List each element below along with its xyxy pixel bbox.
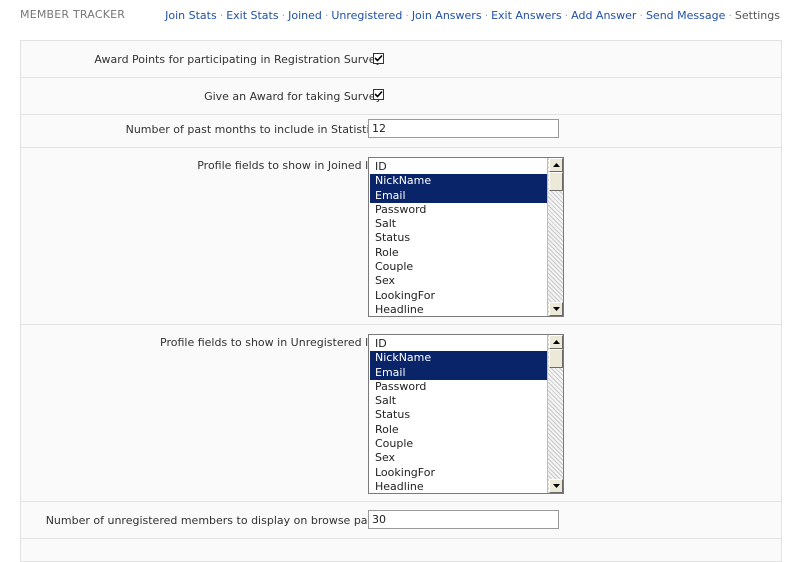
nav-unregistered[interactable]: Unregistered — [331, 9, 402, 22]
unregistered-option-nickname[interactable]: NickName — [370, 351, 547, 366]
nav-separator: · — [324, 9, 329, 22]
joined-option-id[interactable]: ID — [370, 160, 547, 174]
joined-scroll-down-button[interactable] — [549, 302, 563, 316]
joined-fields-scrollbar[interactable] — [547, 158, 563, 316]
joined-option-headline[interactable]: Headline — [370, 303, 547, 316]
joined-option-status[interactable]: Status — [370, 231, 547, 245]
unregistered-option-status[interactable]: Status — [370, 408, 547, 422]
unregistered-fields-listbox[interactable]: ID NickName Email Password Salt Status R… — [368, 334, 564, 494]
unregistered-option-role[interactable]: Role — [370, 423, 547, 437]
unregistered-option-headline[interactable]: Headline — [370, 480, 547, 493]
nav-exit-answers[interactable]: Exit Answers — [491, 9, 562, 22]
joined-option-lookingfor[interactable]: LookingFor — [370, 289, 547, 303]
nav-settings-current: Settings — [734, 9, 780, 22]
setting-row-unregistered-per-page: Number of unregistered members to displa… — [21, 502, 781, 539]
joined-fields-options: ID NickName Email Password Salt Status R… — [370, 160, 547, 316]
arrow-down-icon — [553, 484, 560, 488]
award-points-label: Award Points for participating in Regist… — [94, 53, 385, 66]
unregistered-scroll-up-button[interactable] — [549, 335, 563, 349]
past-months-input[interactable] — [368, 119, 559, 138]
unregistered-option-lookingfor[interactable]: LookingFor — [370, 466, 547, 480]
nav-joined[interactable]: Joined — [288, 9, 322, 22]
unregistered-scroll-thumb[interactable] — [549, 349, 563, 368]
nav-separator: · — [484, 9, 489, 22]
joined-option-salt[interactable]: Salt — [370, 217, 547, 231]
settings-panel: Award Points for participating in Regist… — [20, 40, 782, 562]
setting-row-award-survey: Give an Award for taking Survey: — [21, 78, 781, 115]
checkmark-icon — [374, 90, 383, 98]
joined-scroll-thumb[interactable] — [549, 172, 563, 191]
joined-option-couple[interactable]: Couple — [370, 260, 547, 274]
joined-option-nickname[interactable]: NickName — [370, 174, 547, 189]
arrow-down-icon — [553, 307, 560, 311]
top-nav: Join Stats · Exit Stats · Joined · Unregistere… — [165, 9, 780, 22]
joined-option-email[interactable]: Email — [370, 188, 547, 203]
award-survey-checkbox[interactable] — [373, 89, 384, 100]
setting-row-unregistered-fields: Profile fields to show in Unregistered l… — [21, 325, 781, 502]
unregistered-option-email[interactable]: Email — [370, 365, 547, 380]
unregistered-option-password[interactable]: Password — [370, 380, 547, 394]
nav-exit-stats[interactable]: Exit Stats — [226, 9, 278, 22]
unregistered-fields-options: ID NickName Email Password Salt Status R… — [370, 337, 547, 493]
page-header: MEMBER TRACKER Join Stats · Exit Stats · Joi… — [0, 0, 800, 30]
unregistered-option-salt[interactable]: Salt — [370, 394, 547, 408]
nav-separator: · — [281, 9, 286, 22]
arrow-up-icon — [553, 163, 560, 167]
nav-separator: · — [639, 9, 643, 22]
unregistered-option-sex[interactable]: Sex — [370, 451, 547, 465]
unregistered-option-id[interactable]: ID — [370, 337, 547, 351]
nav-separator: · — [405, 9, 409, 22]
joined-option-password[interactable]: Password — [370, 203, 547, 217]
joined-fields-listbox[interactable]: ID NickName Email Password Salt Status R… — [368, 157, 564, 317]
setting-row-past-months: Number of past months to include in Stat… — [21, 115, 781, 148]
award-survey-label: Give an Award for taking Survey: — [204, 90, 385, 103]
nav-separator: · — [219, 9, 224, 22]
setting-row-joined-fields: Profile fields to show in Joined list: I… — [21, 148, 781, 325]
past-months-label: Number of past months to include in Stat… — [125, 123, 385, 136]
unregistered-fields-label: Profile fields to show in Unregistered l… — [160, 336, 385, 349]
arrow-up-icon — [553, 340, 560, 344]
nav-separator: · — [728, 9, 732, 22]
unregistered-option-couple[interactable]: Couple — [370, 437, 547, 451]
unregistered-fields-scrollbar[interactable] — [547, 335, 563, 493]
unregistered-per-page-input[interactable] — [368, 510, 559, 529]
unregistered-scroll-down-button[interactable] — [549, 479, 563, 493]
unregistered-per-page-label: Number of unregistered members to displa… — [45, 514, 385, 527]
app-title: MEMBER TRACKER — [20, 8, 126, 21]
nav-separator: · — [564, 9, 569, 22]
joined-option-role[interactable]: Role — [370, 246, 547, 260]
joined-option-sex[interactable]: Sex — [370, 274, 547, 288]
setting-row-award-points: Award Points for participating in Regist… — [21, 41, 781, 78]
joined-scroll-up-button[interactable] — [549, 158, 563, 172]
nav-join-answers[interactable]: Join Answers — [412, 9, 482, 22]
checkmark-icon — [374, 54, 383, 62]
award-points-checkbox[interactable] — [373, 53, 384, 64]
nav-join-stats[interactable]: Join Stats — [165, 9, 217, 22]
joined-fields-label: Profile fields to show in Joined list: — [197, 159, 385, 172]
nav-send-message[interactable]: Send Message — [646, 9, 725, 22]
nav-add-answer[interactable]: Add Answer — [571, 9, 636, 22]
